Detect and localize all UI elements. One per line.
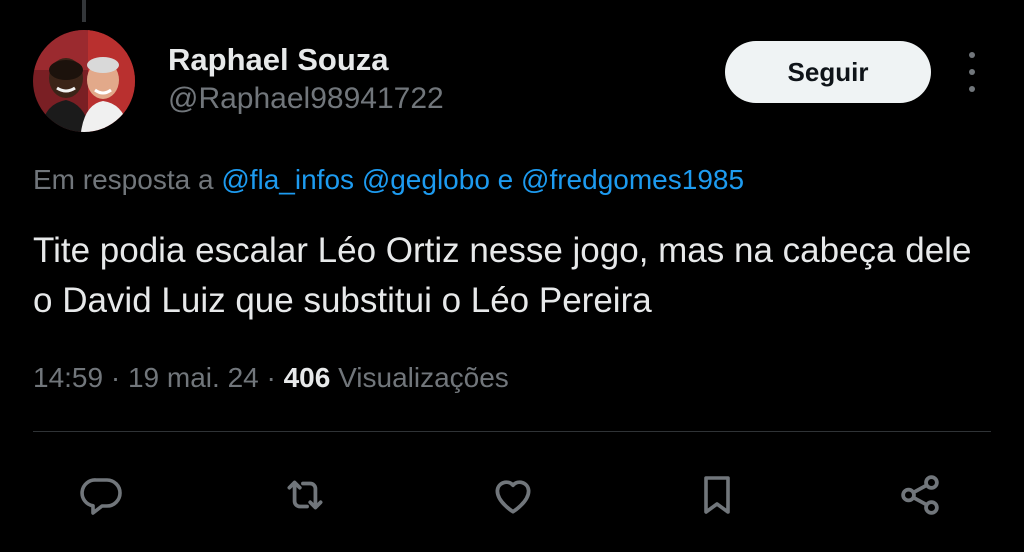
avatar-photo — [33, 30, 135, 132]
tweet-text: Tite podia escalar Léo Ortiz nesse jogo,… — [33, 231, 972, 320]
like-icon[interactable] — [488, 470, 538, 520]
mention-link[interactable]: @fredgomes1985 — [521, 164, 744, 195]
retweet-icon[interactable] — [280, 470, 330, 520]
tweet-time[interactable]: 14:59 — [33, 362, 103, 393]
dot — [969, 69, 975, 75]
dot — [969, 86, 975, 92]
meta-separator: · — [110, 362, 121, 393]
divider — [33, 431, 991, 432]
mention-joiner: e — [497, 164, 514, 195]
follow-button[interactable]: Seguir — [725, 41, 931, 103]
dot — [969, 52, 975, 58]
avatar[interactable] — [33, 30, 135, 132]
author-handle[interactable]: @Raphael98941722 — [168, 82, 444, 116]
mention-link[interactable]: @geglobo — [362, 164, 490, 195]
meta-separator: · — [266, 362, 276, 393]
reply-icon[interactable] — [77, 470, 127, 520]
views-label: Visualizações — [338, 362, 509, 393]
replying-to: Em resposta a @fla_infos @geglobo e @fre… — [33, 164, 744, 196]
more-options-icon[interactable] — [958, 52, 986, 92]
tweet-date[interactable]: 19 mai. 24 — [128, 362, 259, 393]
views-count: 406 — [283, 362, 331, 393]
bookmark-icon[interactable] — [692, 470, 742, 520]
share-icon[interactable] — [895, 470, 945, 520]
tweet-detail: Raphael Souza @Raphael98941722 Seguir Em… — [0, 0, 1024, 552]
author-display-name[interactable]: Raphael Souza — [168, 42, 389, 78]
tweet-meta: 14:59 · 19 mai. 24 · 406 Visualizações — [33, 362, 509, 394]
replying-to-prefix: Em resposta a — [33, 164, 214, 195]
thread-connector-line — [82, 0, 86, 22]
mention-link[interactable]: @fla_infos — [221, 164, 354, 195]
